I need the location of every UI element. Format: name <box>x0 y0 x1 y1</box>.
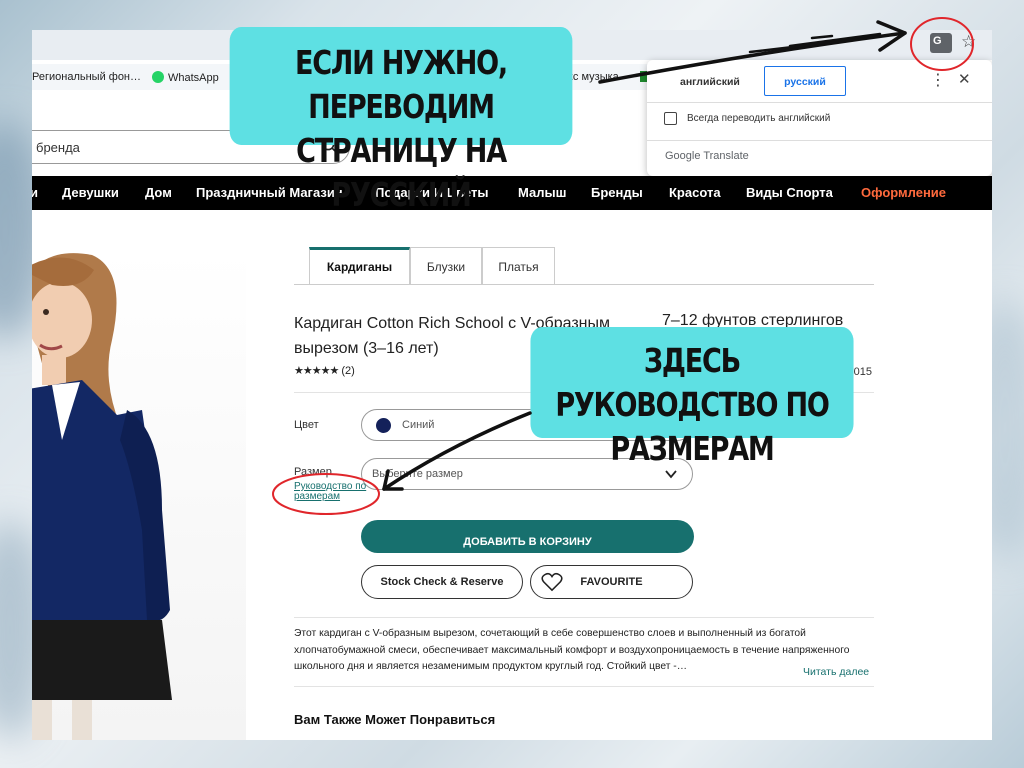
nav-item-baby[interactable]: Малыш <box>518 185 566 200</box>
favourite-button[interactable]: FAVOURITE <box>530 565 693 599</box>
size-label: Размер <box>294 466 332 478</box>
translate-icon[interactable] <box>930 33 952 53</box>
source-language-tab[interactable]: английский <box>680 76 740 88</box>
nav-item-home[interactable]: Дом <box>145 185 172 200</box>
divider <box>647 102 992 103</box>
bookmark-regional[interactable]: Региональный фон… <box>32 71 141 83</box>
size-guide-link[interactable]: Руководство по размерам <box>294 482 369 502</box>
favourite-label: FAVOURITE <box>580 576 643 588</box>
search-value: бренда <box>36 140 80 155</box>
bookmark-whatsapp-label: WhatsApp <box>168 72 219 84</box>
target-language-tab[interactable]: русский <box>764 66 846 96</box>
size-placeholder: Выберите размер <box>372 468 463 480</box>
nav-item-sports[interactable]: Виды Спорта <box>746 185 833 200</box>
tab-cardigans[interactable]: Кардиганы <box>309 247 410 285</box>
divider <box>647 140 992 141</box>
close-icon[interactable]: ✕ <box>958 70 971 88</box>
review-count: (2) <box>341 365 355 377</box>
callout-translate: ЕСЛИ НУЖНО, ПЕРЕВОДИМ СТРАНИЦУ НА РУССКИ… <box>229 27 573 214</box>
whatsapp-icon <box>152 71 164 83</box>
google-translate-brand: Google Translate <box>665 150 749 162</box>
also-like-heading: Вам Также Может Понравиться <box>294 712 496 727</box>
nav-item-holiday-shop[interactable]: Праздничный Магазин <box>196 185 343 200</box>
bookmark-whatsapp[interactable]: WhatsApp <box>152 71 219 84</box>
tab-blouses[interactable]: Блузки <box>410 247 482 285</box>
nav-item-sale[interactable]: Оформление <box>861 185 946 200</box>
add-to-cart-button[interactable]: ДОБАВИТЬ В КОРЗИНУ <box>361 520 694 553</box>
girl-in-cardigan-photo <box>32 253 172 740</box>
tab-dresses[interactable]: Платья <box>482 247 555 285</box>
stock-check-button[interactable]: Stock Check & Reserve <box>361 565 523 599</box>
more-options-icon[interactable]: ⋮ <box>930 70 946 90</box>
nav-item-beauty[interactable]: Красота <box>669 185 721 200</box>
translate-popup: английский русский ⋮ ✕ Всегда переводить… <box>647 60 992 176</box>
nav-item-brands[interactable]: Бренды <box>591 185 643 200</box>
nav-item-girls[interactable]: Девушки <box>62 185 119 200</box>
product-description: Этот кардиган с V-образным вырезом, соче… <box>294 628 850 672</box>
divider <box>294 617 874 618</box>
heart-icon <box>541 572 563 592</box>
star-icon[interactable]: ☆ <box>961 32 976 52</box>
rating[interactable]: ★★★★★ (2) <box>294 364 355 377</box>
product-image[interactable] <box>32 250 246 740</box>
rating-stars: ★★★★★ <box>294 365 339 377</box>
always-translate-checkbox[interactable] <box>664 112 677 125</box>
divider <box>294 686 874 687</box>
nav-item[interactable]: и <box>32 185 38 200</box>
main-navigation: и Девушки Дом Праздничный Магазин Подарк… <box>32 176 992 210</box>
color-value: Синий <box>402 419 435 431</box>
color-swatch <box>376 418 391 433</box>
tabs-divider <box>294 284 874 285</box>
color-label: Цвет <box>294 419 319 431</box>
always-translate-label: Всегда переводить английский <box>687 113 831 124</box>
callout-size-guide: ЗДЕСЬ РУКОВОДСТВО ПО РАЗМЕРАМ <box>530 327 854 468</box>
bookmark-music[interactable]: кс музыка <box>568 71 619 83</box>
read-more-link[interactable]: Читать далее <box>803 666 869 678</box>
